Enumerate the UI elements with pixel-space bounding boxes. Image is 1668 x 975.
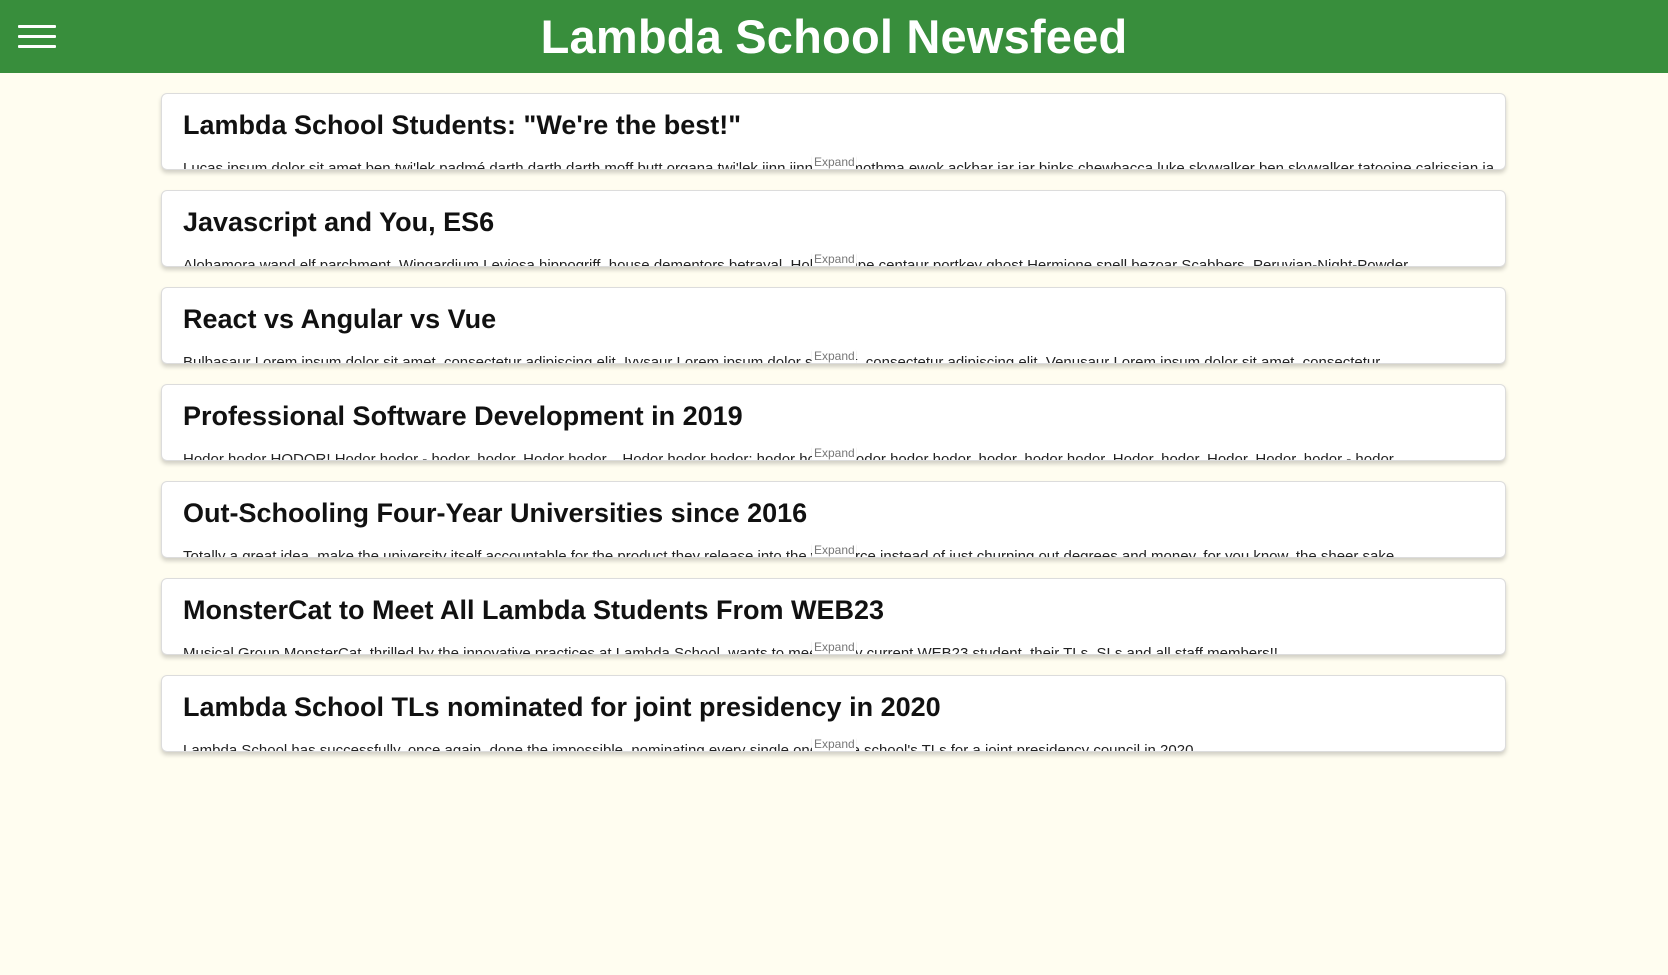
page-title: Lambda School Newsfeed bbox=[540, 10, 1128, 63]
menu-bar bbox=[18, 25, 56, 28]
menu-bar bbox=[18, 45, 56, 48]
menu-icon[interactable] bbox=[18, 22, 56, 50]
article-card: MonsterCat to Meet All Lambda Students F… bbox=[161, 578, 1506, 655]
article-card: Lambda School Students: "We're the best!… bbox=[161, 93, 1506, 170]
article-title: Javascript and You, ES6 bbox=[183, 207, 495, 237]
expand-button[interactable]: Expand bbox=[812, 446, 856, 460]
article-title: React vs Angular vs Vue bbox=[183, 304, 497, 334]
article-title: Lambda School Students: "We're the best!… bbox=[183, 110, 742, 140]
article-card: Out-Schooling Four-Year Universities sin… bbox=[161, 481, 1506, 558]
article-title: Professional Software Development in 201… bbox=[183, 401, 743, 431]
article-card: Javascript and You, ES6 Alohamora wand e… bbox=[161, 190, 1506, 267]
article-title: MonsterCat to Meet All Lambda Students F… bbox=[183, 595, 885, 625]
expand-button[interactable]: Expand bbox=[812, 155, 856, 169]
expand-button[interactable]: Expand bbox=[812, 640, 856, 654]
article-feed: Lambda School Students: "We're the best!… bbox=[161, 93, 1506, 772]
article-title: Out-Schooling Four-Year Universities sin… bbox=[183, 498, 808, 528]
expand-button[interactable]: Expand bbox=[812, 252, 856, 266]
article-card: Lambda School TLs nominated for joint pr… bbox=[161, 675, 1506, 752]
article-title: Lambda School TLs nominated for joint pr… bbox=[183, 692, 941, 722]
expand-button[interactable]: Expand bbox=[812, 349, 856, 363]
expand-button[interactable]: Expand bbox=[812, 737, 856, 751]
page-header: Lambda School Newsfeed bbox=[0, 0, 1668, 73]
expand-button[interactable]: Expand bbox=[812, 543, 856, 557]
menu-bar bbox=[18, 35, 56, 38]
article-card: React vs Angular vs Vue Bulbasaur Lorem … bbox=[161, 287, 1506, 364]
article-card: Professional Software Development in 201… bbox=[161, 384, 1506, 461]
